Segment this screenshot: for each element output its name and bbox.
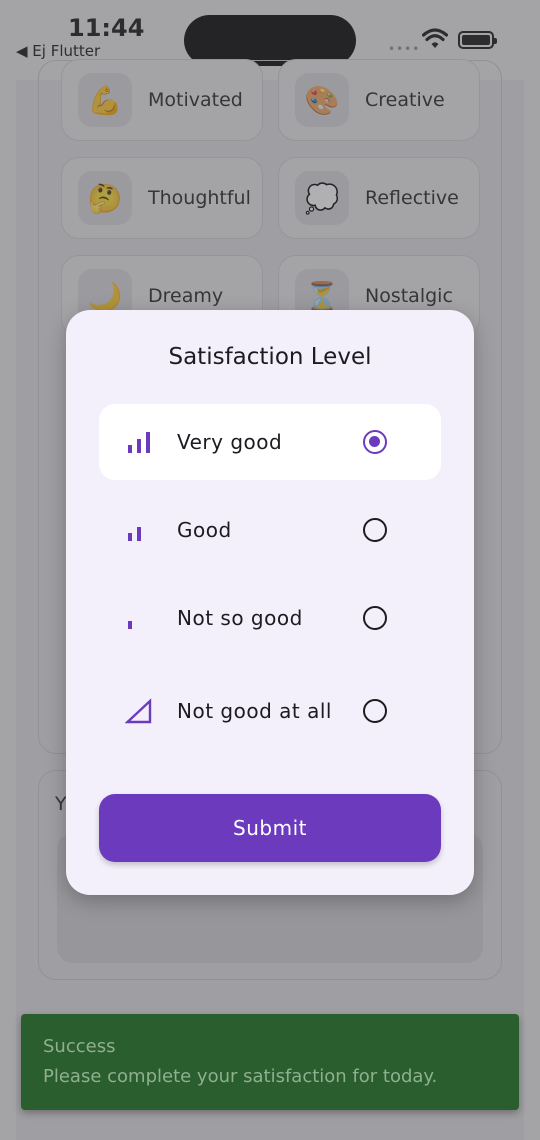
radio-unselected[interactable] [363,606,387,630]
option-very-good[interactable]: Very good [99,404,441,480]
radio-unselected[interactable] [363,518,387,542]
radio-selected[interactable] [363,430,387,454]
radio-unselected[interactable] [363,699,387,723]
signal-bars-2-icon [128,527,141,541]
option-not-so-good[interactable]: Not so good [99,580,441,656]
app-screen: 11:44 ◀ Ej Flutter •••• 💪 Motivated 🎨 Cr… [0,0,540,1140]
satisfaction-dialog: Satisfaction Level Very good Good Not so… [66,310,474,895]
signal-bars-1-icon [128,621,132,629]
option-label: Very good [177,430,283,454]
snackbar-title: Success [43,1036,116,1057]
dialog-title: Satisfaction Level [168,344,372,370]
success-snackbar: Success Please complete your satisfactio… [21,1014,519,1110]
signal-bars-3-icon [128,432,150,453]
option-label: Not so good [177,606,303,630]
snackbar-message: Please complete your satisfaction for to… [43,1066,438,1087]
option-not-good-at-all[interactable]: Not good at all [99,666,441,756]
option-label: Good [177,518,232,542]
submit-button[interactable]: Submit [99,794,441,862]
option-good[interactable]: Good [99,492,441,568]
signal-empty-icon [125,698,152,724]
option-label: Not good at all [177,699,332,723]
